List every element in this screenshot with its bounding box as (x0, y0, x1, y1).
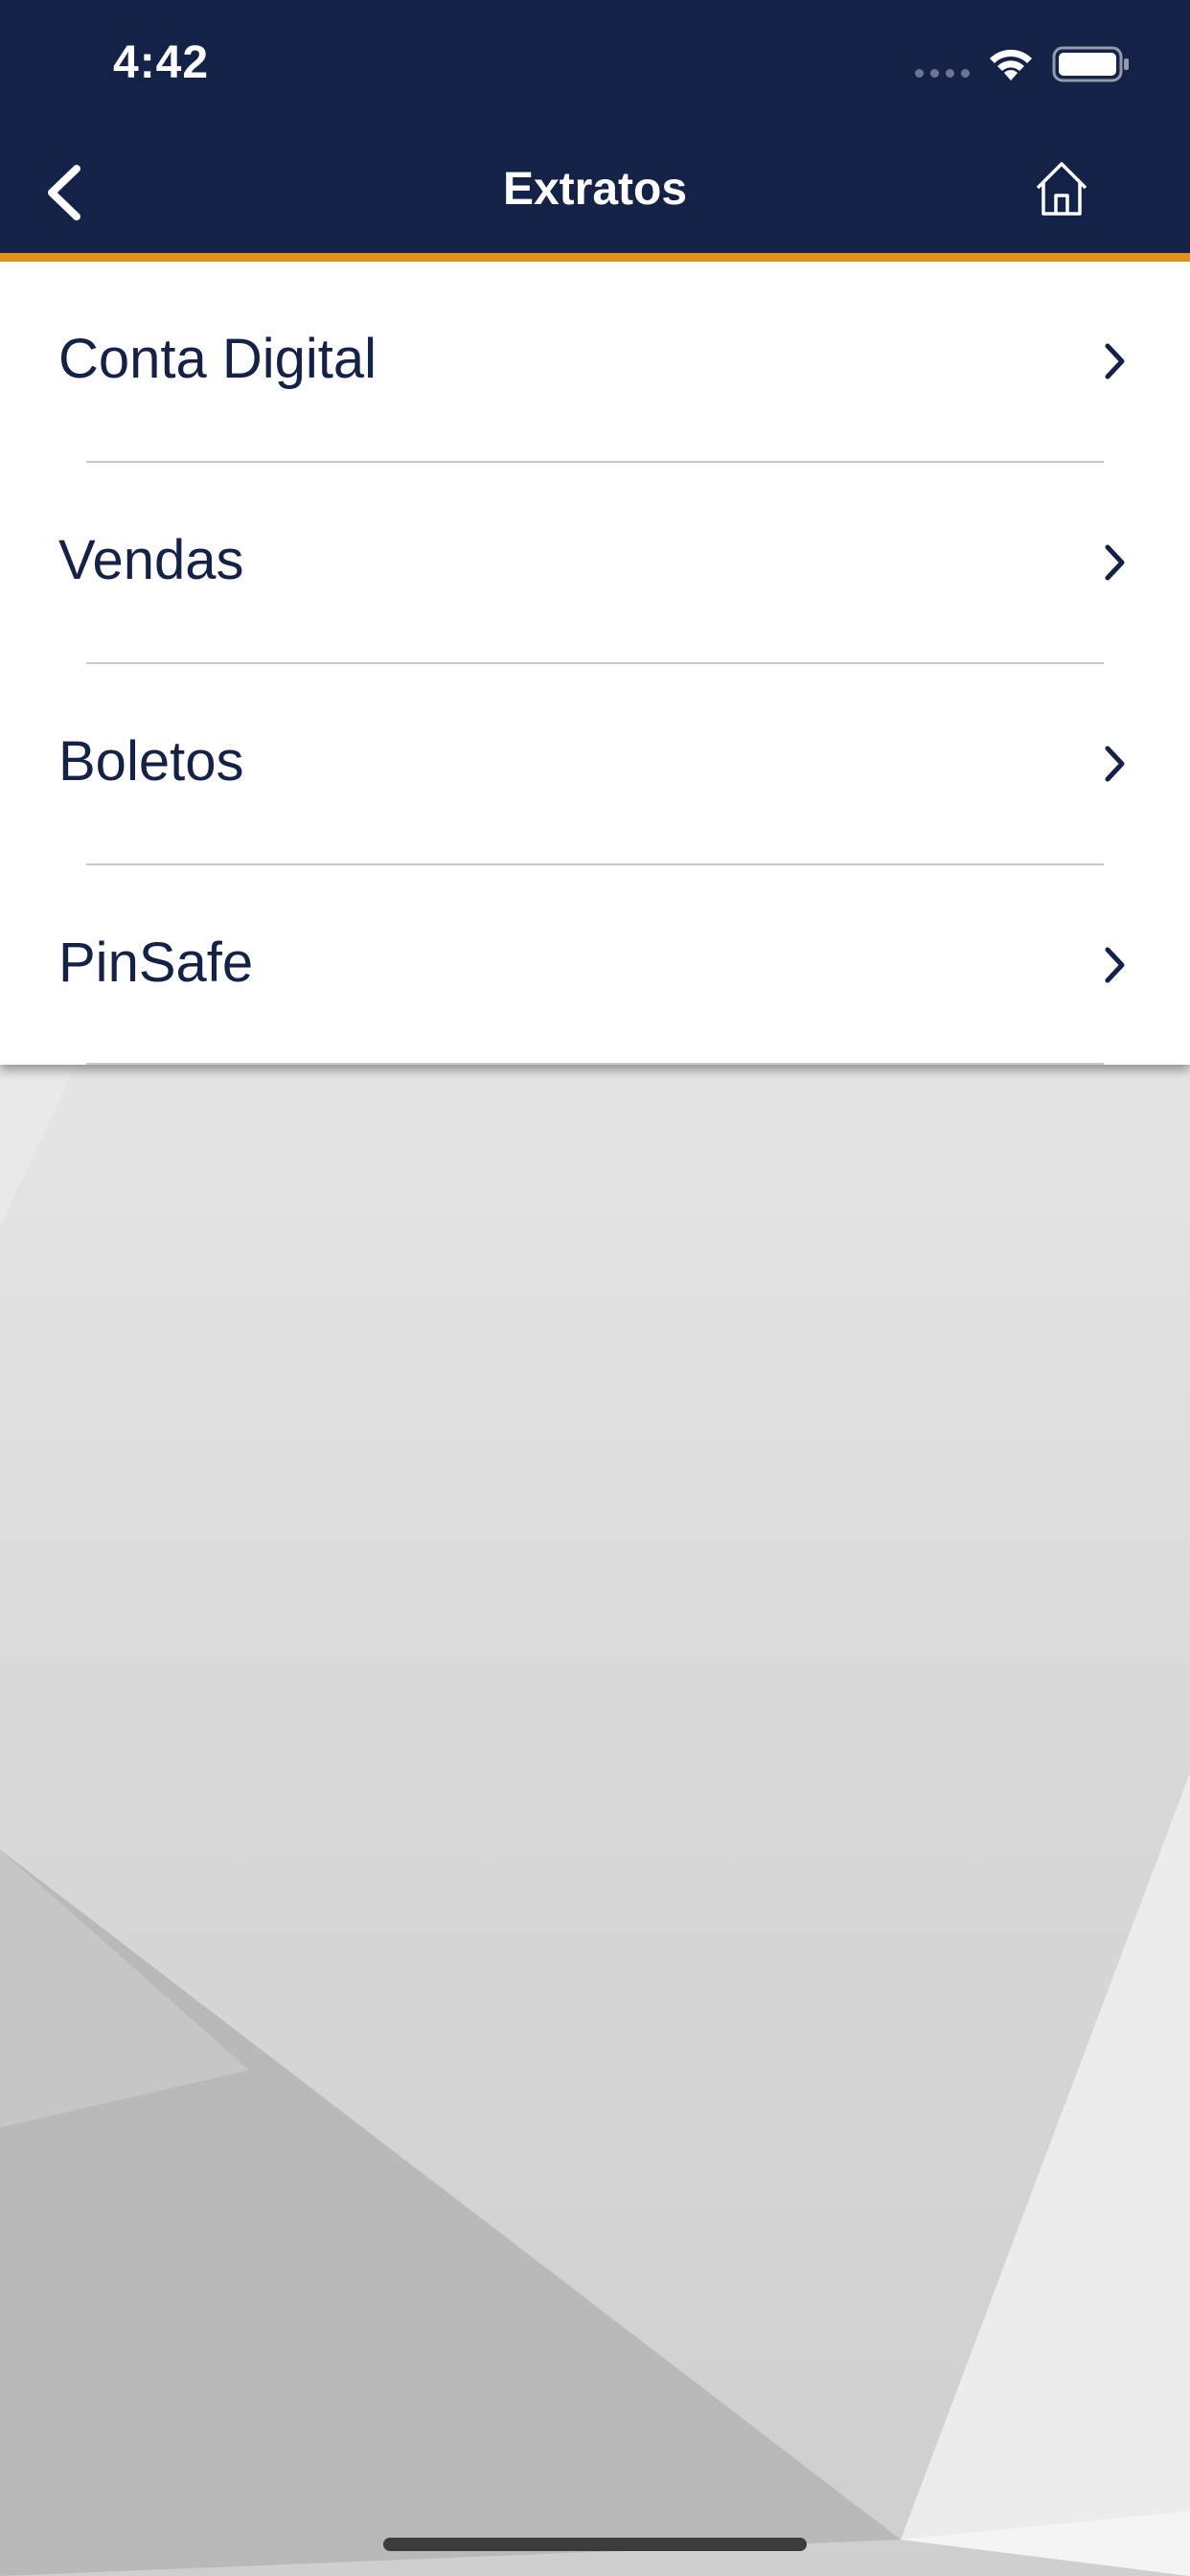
chevron-right-icon (1105, 746, 1125, 782)
page-title: Extratos (502, 164, 688, 215)
status-time: 4:42 (113, 37, 210, 88)
menu-item-label: Boletos (58, 730, 244, 793)
wifi-icon (990, 49, 1032, 80)
menu-item-label: Vendas (58, 529, 244, 591)
home-icon (1036, 162, 1087, 216)
statements-menu: Conta Digital Vendas Boletos PinSafe (0, 262, 1190, 1065)
menu-item-boletos[interactable]: Boletos (0, 664, 1190, 864)
menu-item-pinsafe[interactable]: PinSafe (0, 865, 1190, 1066)
menu-item-label: Conta Digital (58, 328, 378, 390)
cellular-signal-icon (915, 69, 970, 78)
header-accent-line (0, 253, 1190, 262)
header: 4:42 Extratos (0, 0, 1190, 253)
menu-divider (86, 1063, 1104, 1065)
battery-icon (1052, 46, 1129, 82)
menu-item-label: PinSafe (58, 932, 254, 994)
chevron-right-icon (1105, 343, 1125, 380)
menu-item-vendas[interactable]: Vendas (0, 463, 1190, 663)
home-indicator[interactable] (383, 2538, 807, 2551)
chevron-right-icon (1105, 544, 1125, 581)
chevron-right-icon (1105, 947, 1125, 983)
home-button[interactable] (1033, 159, 1090, 218)
menu-item-conta-digital[interactable]: Conta Digital (0, 262, 1190, 462)
